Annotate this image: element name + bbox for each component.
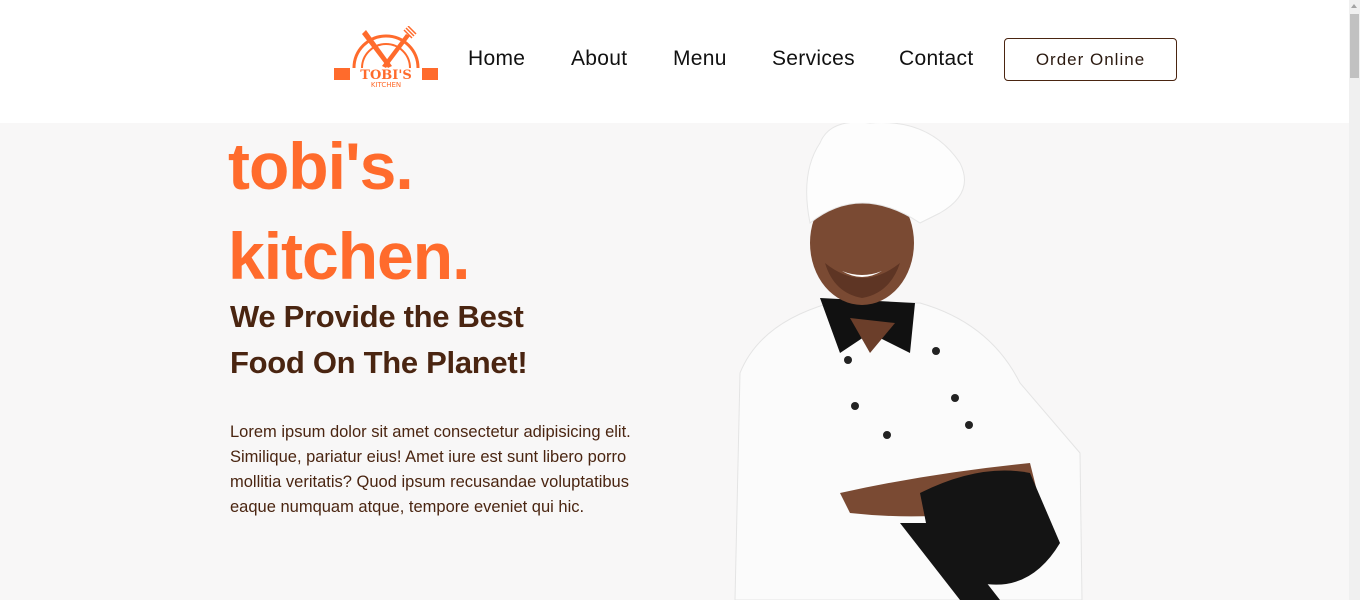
order-online-button[interactable]: Order Online — [1004, 38, 1177, 81]
tobis-kitchen-logo[interactable]: TOBI'S KITCHEN — [332, 26, 440, 88]
chef-photo — [734, 123, 1083, 600]
hero-subtitle-line2: Food On The Planet! — [230, 345, 528, 380]
nav-services[interactable]: Services — [772, 47, 855, 71]
hero-title-line1: tobi's. — [228, 129, 414, 203]
nav-menu[interactable]: Menu — [673, 47, 727, 71]
scroll-up-icon[interactable] — [1351, 4, 1357, 8]
nav-about[interactable]: About — [571, 47, 627, 71]
scrollbar[interactable] — [1349, 0, 1360, 600]
hero-paragraph: Lorem ipsum dolor sit amet consectetur a… — [230, 423, 631, 516]
site-header: TOBI'S KITCHEN Home About Menu Services … — [0, 0, 1349, 123]
hero-subtitle-line1: We Provide the Best — [230, 299, 524, 334]
scrollbar-thumb[interactable] — [1350, 14, 1359, 78]
svg-text:KITCHEN: KITCHEN — [371, 81, 401, 88]
nav-home[interactable]: Home — [468, 47, 525, 71]
nav-contact[interactable]: Contact — [899, 47, 973, 71]
hero-title-line2: kitchen. — [228, 219, 470, 293]
